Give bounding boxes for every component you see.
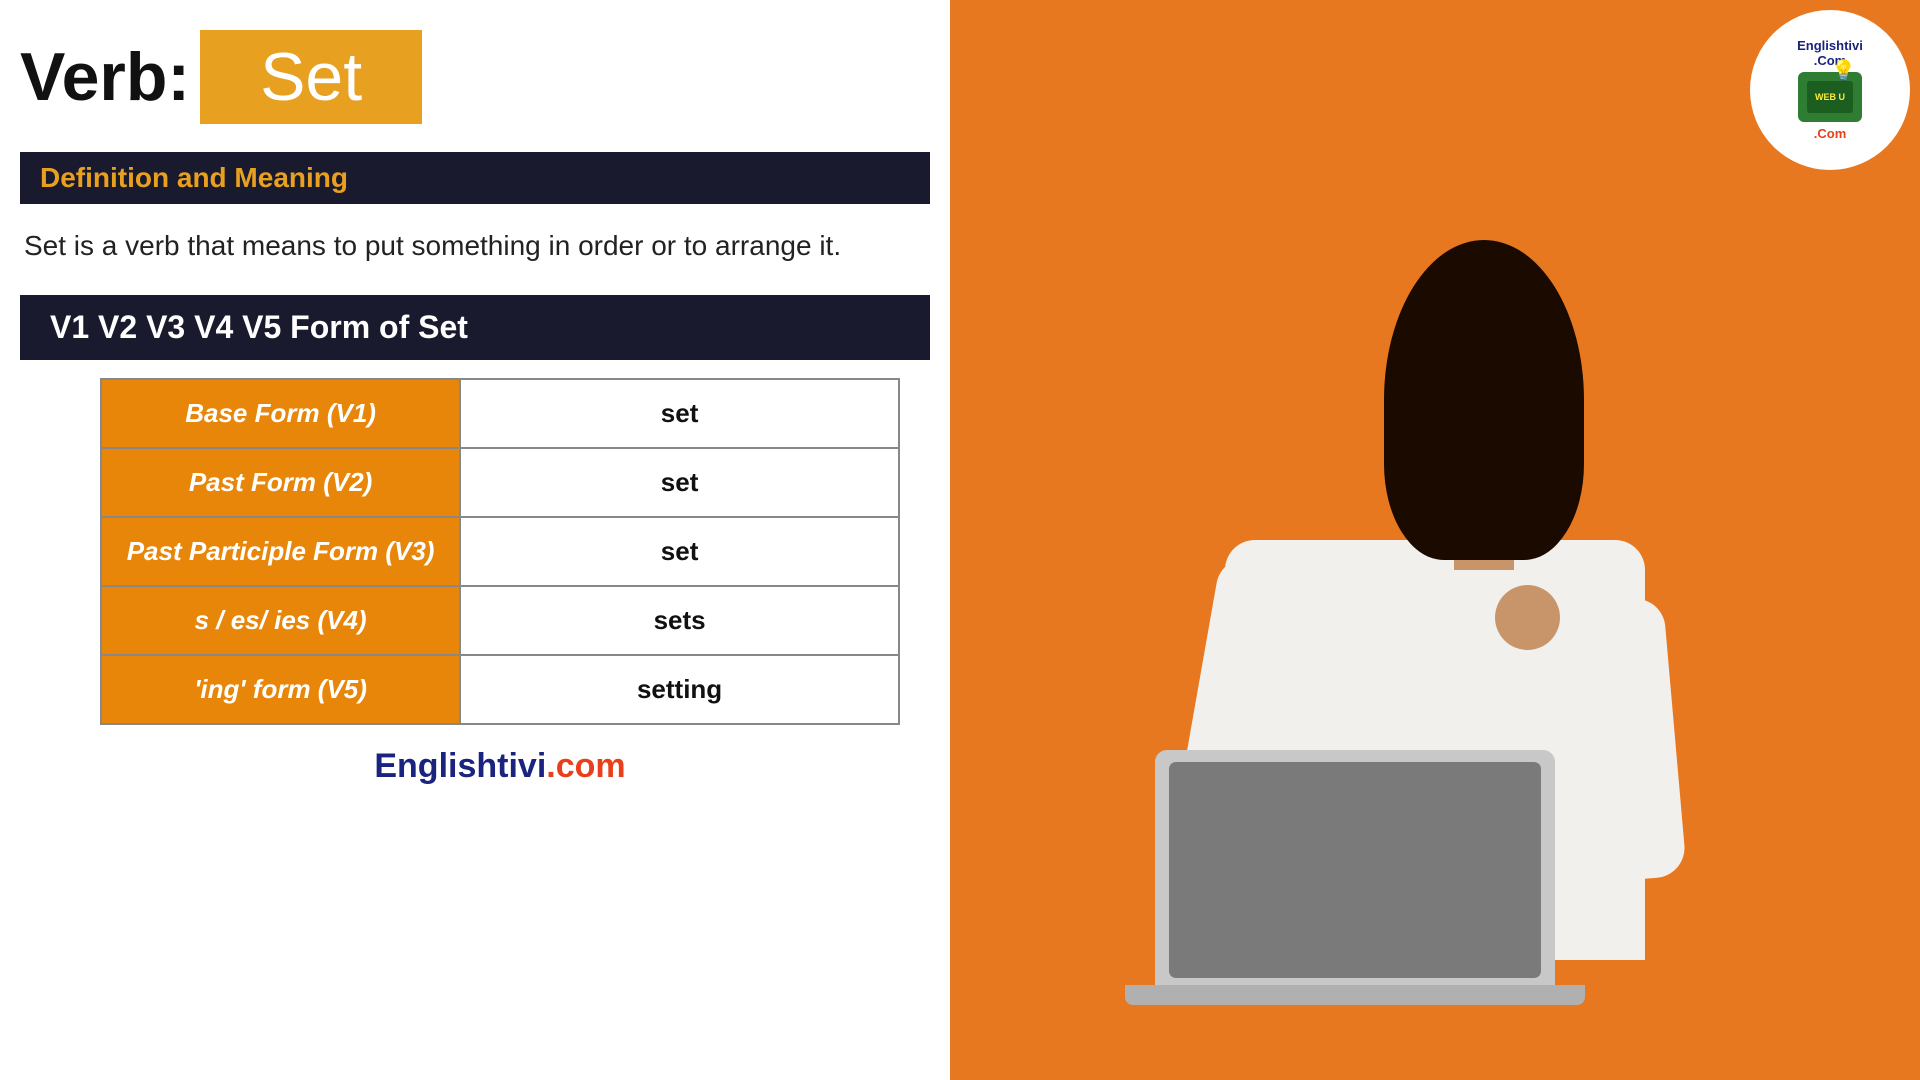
definition-header: Definition and Meaning bbox=[20, 152, 930, 204]
table-row: Past Participle Form (V3)set bbox=[101, 517, 899, 586]
table-value-cell: sets bbox=[460, 586, 899, 655]
verb-label: Verb: bbox=[20, 38, 190, 116]
main-content: Verb: Set Definition and Meaning Set is … bbox=[0, 0, 950, 1080]
definition-body: Set is a verb that means to put somethin… bbox=[20, 226, 930, 265]
verb-forms-table: Base Form (V1)setPast Form (V2)setPast P… bbox=[100, 378, 900, 725]
table-row: 'ing' form (V5)setting bbox=[101, 655, 899, 724]
table-row: Base Form (V1)set bbox=[101, 379, 899, 448]
laptop-body bbox=[1155, 750, 1555, 990]
table-value-cell: set bbox=[460, 517, 899, 586]
table-value-cell: setting bbox=[460, 655, 899, 724]
verb-title-row: Verb: Set bbox=[20, 30, 930, 124]
brand-name-orange: .com bbox=[546, 747, 625, 785]
footer-brand: Englishtivi.com bbox=[100, 747, 900, 786]
person-hand bbox=[1495, 585, 1560, 650]
verb-word: Set bbox=[260, 38, 362, 116]
logo-tv-text: WEB U bbox=[1815, 92, 1845, 102]
logo-tv-screen: WEB U bbox=[1807, 81, 1853, 113]
logo-tv: WEB U 💡 bbox=[1798, 72, 1862, 122]
logo-text-bottom: .Com bbox=[1814, 126, 1847, 141]
person-illustration bbox=[950, 80, 1920, 1080]
table-row: s / es/ ies (V4)sets bbox=[101, 586, 899, 655]
person-hair bbox=[1384, 240, 1584, 560]
table-value-cell: set bbox=[460, 448, 899, 517]
laptop-base bbox=[1125, 985, 1585, 1005]
table-label-cell: Base Form (V1) bbox=[101, 379, 460, 448]
right-panel: Englishtivi.Com WEB U 💡 .Com bbox=[950, 0, 1920, 1080]
table-label-cell: Past Participle Form (V3) bbox=[101, 517, 460, 586]
table-label-cell: 'ing' form (V5) bbox=[101, 655, 460, 724]
verb-word-box: Set bbox=[200, 30, 422, 124]
table-label-cell: s / es/ ies (V4) bbox=[101, 586, 460, 655]
table-value-cell: set bbox=[460, 379, 899, 448]
definition-heading-text: Definition and Meaning bbox=[40, 162, 348, 193]
forms-header: V1 V2 V3 V4 V5 Form of Set bbox=[20, 295, 930, 360]
table-row: Past Form (V2)set bbox=[101, 448, 899, 517]
logo-circle: Englishtivi.Com WEB U 💡 .Com bbox=[1750, 10, 1910, 170]
logo-bulb-icon: 💡 bbox=[1831, 58, 1856, 83]
laptop-screen bbox=[1169, 762, 1541, 978]
table-label-cell: Past Form (V2) bbox=[101, 448, 460, 517]
brand-name-blue: Englishtivi bbox=[374, 747, 546, 785]
forms-heading-text: V1 V2 V3 V4 V5 Form of Set bbox=[50, 309, 468, 345]
